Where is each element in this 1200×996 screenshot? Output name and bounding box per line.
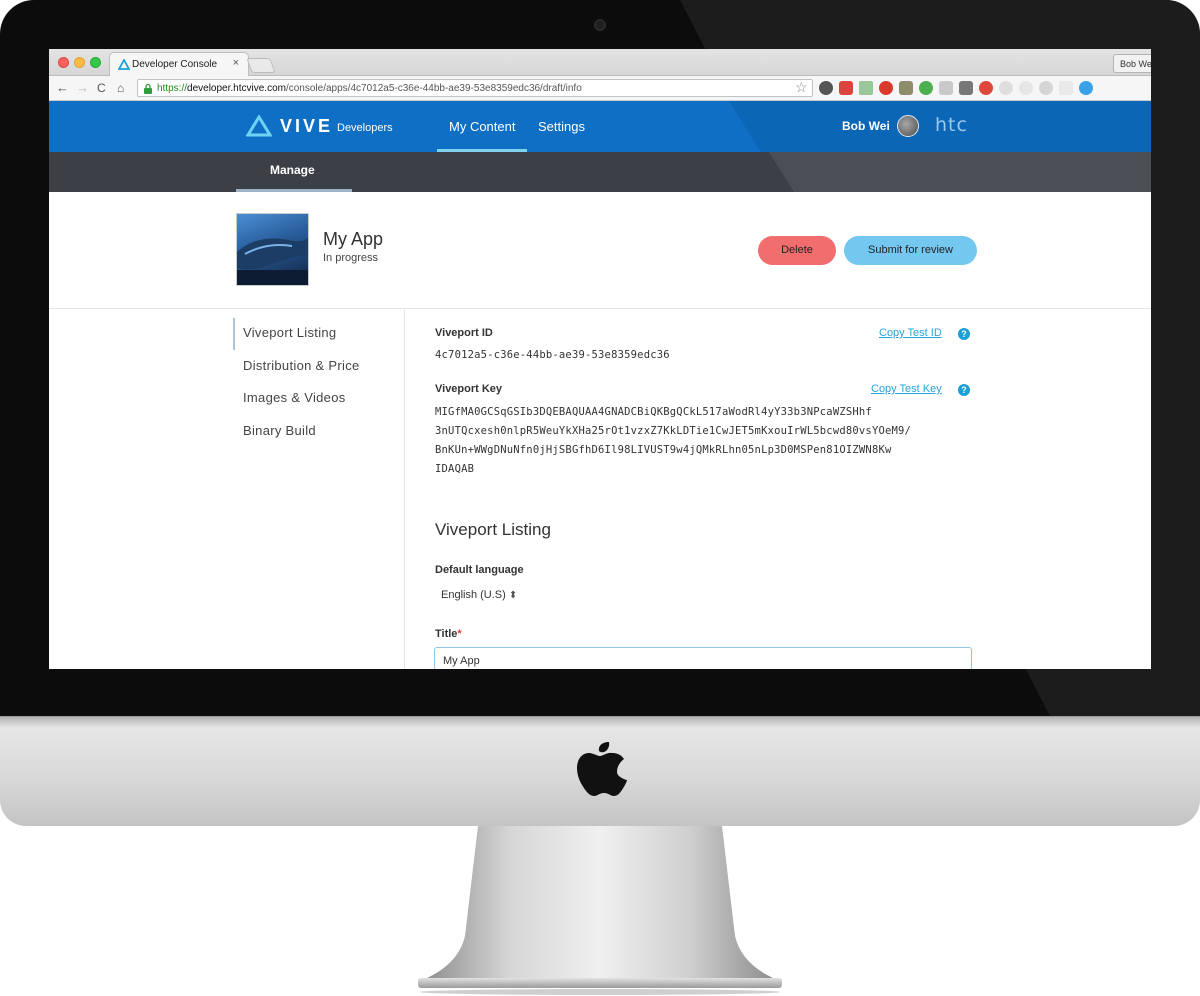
extension-m-icon[interactable]	[1039, 81, 1053, 95]
extension-hand-icon[interactable]	[899, 81, 913, 95]
default-language-label: Default language	[435, 564, 524, 576]
vive-logo-icon[interactable]	[246, 115, 272, 137]
section-heading: Viveport Listing	[435, 520, 551, 539]
tab-manage[interactable]: Manage	[270, 163, 315, 177]
lock-icon	[144, 83, 152, 94]
window-minimize-button[interactable]	[74, 57, 85, 68]
back-arrow-icon[interactable]: ←	[56, 80, 69, 96]
browser-tab-developer-console[interactable]: Developer Console ×	[109, 52, 249, 77]
extension-pin-icon[interactable]	[979, 81, 993, 95]
app-thumbnail-art	[237, 237, 308, 285]
vive-favicon-icon	[118, 59, 130, 70]
browser-tab-bar: Developer Console × Bob Wei	[49, 49, 1151, 77]
submit-for-review-button[interactable]: Submit for review	[844, 236, 977, 265]
window-close-button[interactable]	[58, 57, 69, 68]
home-icon[interactable]: ⌂	[117, 80, 124, 96]
key-line: IDAQAB	[435, 463, 475, 475]
url-path: /console/apps/4c7012a5-c36e-44bb-ae39-53…	[285, 83, 582, 94]
copy-test-key-link[interactable]: Copy Test Key	[871, 383, 942, 395]
extension-adblock-icon[interactable]	[879, 81, 893, 95]
default-language-select[interactable]: English (U.S) ⬍	[441, 589, 517, 601]
extension-refresh-icon[interactable]	[999, 81, 1013, 95]
title-input[interactable]: My App	[434, 647, 972, 669]
sidebar-active-indicator	[233, 318, 235, 350]
default-language-value: English (U.S)	[441, 589, 506, 601]
extension-download-icon[interactable]	[959, 81, 973, 95]
browser-toolbar: ← → C ⌂ https://developer.htcvive.com/co…	[49, 76, 1151, 101]
extension-blue-icon[interactable]	[1079, 81, 1093, 95]
extension-badge-icon[interactable]	[939, 81, 953, 95]
new-tab-button[interactable]	[246, 58, 276, 73]
help-icon[interactable]: ?	[958, 384, 970, 396]
url-text: https://developer.htcvive.com/console/ap…	[157, 83, 582, 94]
extension-sync-icon[interactable]	[819, 81, 833, 95]
title-label: Title*	[435, 628, 462, 640]
sidebar-item-images-videos[interactable]: Images & Videos	[243, 390, 346, 405]
address-bar[interactable]: https://developer.htcvive.com/console/ap…	[137, 79, 813, 97]
help-icon[interactable]: ?	[958, 328, 970, 340]
subheader-shade	[769, 152, 1151, 192]
url-scheme: https://	[157, 83, 188, 94]
imac-stand	[418, 826, 782, 995]
extension-icons	[819, 81, 1093, 96]
url-host: developer.htcvive.com	[187, 83, 286, 94]
extension-chat-icon[interactable]	[919, 81, 933, 95]
sidebar-item-distribution-price[interactable]: Distribution & Price	[243, 358, 360, 373]
imac-bezel: Developer Console × Bob Wei ← → C ⌂ http…	[0, 0, 1200, 716]
viveport-id-label: Viveport ID	[435, 327, 493, 339]
copy-test-id-link[interactable]: Copy Test ID	[879, 327, 942, 339]
viveport-key-label: Viveport Key	[435, 383, 503, 395]
title-label-text: Title	[435, 628, 458, 640]
user-name[interactable]: Bob Wei	[842, 119, 890, 133]
app-status: In progress	[323, 252, 379, 264]
htc-logo: htc	[935, 114, 968, 136]
forward-arrow-icon[interactable]: →	[76, 80, 89, 96]
viveport-key-value: MIGfMA0GCSqGSIb3DQEBAQUAA4GNADCBiQKBgQCk…	[435, 403, 995, 479]
nav-my-content[interactable]: My Content	[449, 119, 515, 134]
logo-text[interactable]: VIVE	[280, 116, 333, 137]
extension-gmail-icon[interactable]	[839, 81, 853, 95]
reload-icon[interactable]: C	[97, 80, 106, 96]
nav-settings[interactable]: Settings	[538, 119, 585, 134]
screen: Developer Console × Bob Wei ← → C ⌂ http…	[49, 49, 1151, 669]
tab-title: Developer Console	[132, 59, 218, 70]
bookmark-star-icon[interactable]: ☆	[795, 79, 808, 96]
window-maximize-button[interactable]	[90, 57, 101, 68]
app-thumbnail	[236, 213, 309, 286]
site-header: VIVE Developers My Content Settings Bob …	[49, 101, 1151, 152]
avatar[interactable]	[897, 115, 919, 137]
sub-header: Manage	[49, 152, 1151, 192]
camera	[594, 19, 606, 31]
select-arrows-icon: ⬍	[508, 590, 518, 601]
key-line: BnKUn+WWgDNuNfn0jHjSBGfhD6Il98LIVUST9w4j…	[435, 444, 892, 456]
extension-settings-icon[interactable]	[1019, 81, 1033, 95]
sidebar-item-binary-build[interactable]: Binary Build	[243, 423, 316, 438]
logo-subtitle: Developers	[337, 122, 393, 134]
apple-logo-icon	[577, 742, 627, 796]
key-line: 3nUTQcxesh0nlpR5WeuYkXHa25rOt1vzxZ7KkLDT…	[435, 425, 912, 437]
tab-close-icon[interactable]: ×	[233, 57, 239, 69]
required-asterisk: *	[457, 628, 462, 640]
delete-button[interactable]: Delete	[758, 236, 836, 265]
viveport-id-value: 4c7012a5-c36e-44bb-ae39-53e8359edc36	[435, 349, 670, 361]
extension-note-icon[interactable]	[1059, 81, 1073, 95]
profile-button[interactable]: Bob Wei	[1113, 54, 1151, 73]
main-content: Viveport ID Copy Test ID ? 4c7012a5-c36e…	[406, 310, 1151, 669]
sidebar: Viveport Listing Distribution & Price Im…	[49, 310, 405, 669]
extension-check-icon[interactable]	[859, 81, 873, 95]
app-name: My App	[323, 229, 384, 249]
imac-mockup: Developer Console × Bob Wei ← → C ⌂ http…	[0, 0, 1200, 996]
key-line: MIGfMA0GCSqGSIb3DQEBAQUAA4GNADCBiQKBgQCk…	[435, 406, 872, 418]
app-header: My App In progress Delete Submit for rev…	[49, 192, 1151, 309]
sidebar-item-viveport-listing[interactable]: Viveport Listing	[243, 325, 336, 340]
